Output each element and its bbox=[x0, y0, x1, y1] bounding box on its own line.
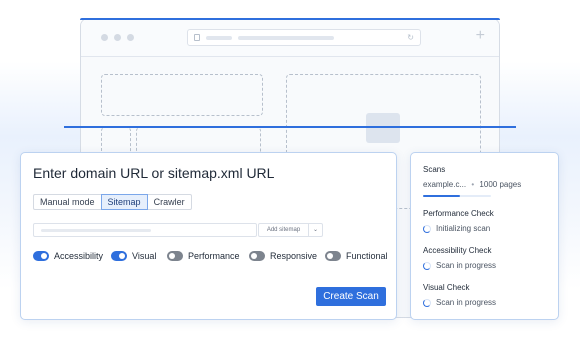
scan-page-count: 1000 pages bbox=[479, 180, 522, 189]
chevron-down-icon[interactable]: ⌄ bbox=[308, 223, 323, 237]
toggle-switch[interactable] bbox=[111, 251, 127, 261]
performance-check-title: Performance Check bbox=[423, 209, 494, 218]
lock-icon bbox=[194, 34, 200, 41]
reload-icon: ↻ bbox=[407, 33, 414, 42]
toggle-label: Performance bbox=[188, 251, 240, 261]
address-placeholder bbox=[238, 36, 334, 40]
scan-line bbox=[64, 126, 516, 128]
window-dot-minimize bbox=[114, 34, 121, 41]
toggle-label: Responsive bbox=[270, 251, 318, 261]
address-placeholder bbox=[206, 36, 232, 40]
browser-top-accent bbox=[80, 18, 500, 20]
url-input[interactable] bbox=[33, 223, 257, 237]
status-text: Scan in progress bbox=[436, 298, 497, 307]
url-input-placeholder bbox=[41, 229, 151, 232]
mode-selector: Manual mode Sitemap Crawler bbox=[33, 194, 192, 210]
toggle-switch[interactable] bbox=[167, 251, 183, 261]
status-text: Scan in progress bbox=[436, 261, 497, 270]
image-icon bbox=[366, 113, 400, 143]
tab-manual-mode[interactable]: Manual mode bbox=[33, 194, 102, 210]
scan-progress-bar bbox=[423, 195, 491, 197]
toggle-label: Functional bbox=[346, 251, 388, 261]
spinner-icon bbox=[423, 262, 431, 270]
scans-panel: Scans example.c... • 1000 pages Performa… bbox=[410, 152, 559, 320]
toggle-switch[interactable] bbox=[249, 251, 265, 261]
separator-dot: • bbox=[471, 180, 475, 189]
toggle-label: Accessibility bbox=[54, 251, 104, 261]
scan-progress-fill bbox=[423, 195, 461, 197]
add-sitemap-button[interactable]: Add sitemap bbox=[258, 223, 309, 237]
scan-domain-row: example.c... • 1000 pages bbox=[423, 180, 521, 189]
scan-form-card: Enter domain URL or sitemap.xml URL Manu… bbox=[20, 152, 397, 320]
window-dot-maximize bbox=[127, 34, 134, 41]
visual-check-title: Visual Check bbox=[423, 283, 470, 292]
toggle-switch[interactable] bbox=[325, 251, 341, 261]
scan-domain: example.c... bbox=[423, 180, 467, 189]
create-scan-button[interactable]: Create Scan bbox=[316, 287, 386, 306]
tab-crawler[interactable]: Crawler bbox=[146, 194, 192, 210]
browser-toolbar: ↻ + bbox=[81, 19, 499, 57]
spinner-icon bbox=[423, 299, 431, 307]
status-text: Initializing scan bbox=[436, 224, 491, 233]
address-bar: ↻ bbox=[187, 29, 421, 46]
accessibility-check-title: Accessibility Check bbox=[423, 246, 492, 255]
scans-heading: Scans bbox=[423, 165, 446, 174]
spinner-icon bbox=[423, 225, 431, 233]
form-title: Enter domain URL or sitemap.xml URL bbox=[33, 165, 275, 181]
plus-icon: + bbox=[475, 27, 485, 44]
wireframe-block bbox=[101, 74, 263, 116]
tab-sitemap[interactable]: Sitemap bbox=[100, 194, 148, 210]
window-dot-close bbox=[101, 34, 108, 41]
toggle-switch[interactable] bbox=[33, 251, 49, 261]
toggle-label: Visual bbox=[132, 251, 157, 261]
